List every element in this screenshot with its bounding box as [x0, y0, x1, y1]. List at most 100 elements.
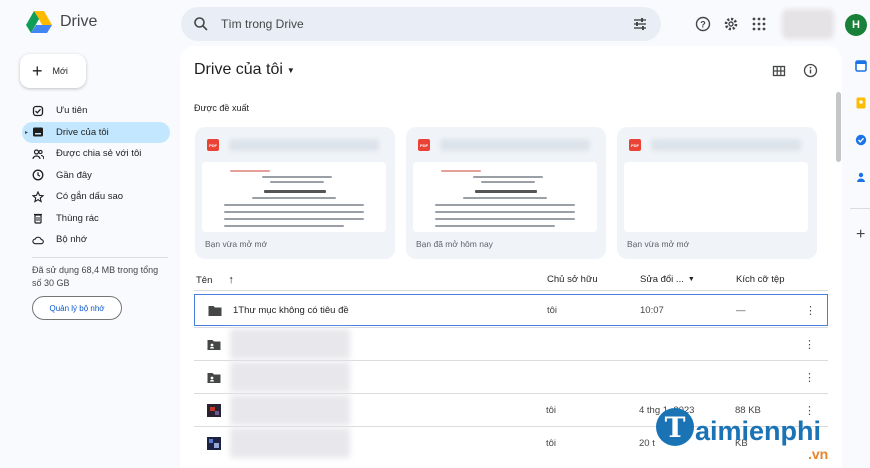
grid-view-icon[interactable] — [772, 64, 786, 78]
file-name-redacted — [229, 139, 379, 151]
file-name-redacted — [230, 428, 350, 458]
drive-logo[interactable]: Drive — [26, 10, 97, 34]
side-panel-divider — [850, 208, 870, 209]
page-title-text: Drive của tôi — [194, 61, 283, 78]
sort-arrow-down-icon: ▼ — [687, 276, 695, 283]
watermark-logo: T aimienphi — [656, 408, 821, 446]
column-header-label: Sửa đổi ... — [640, 274, 684, 285]
shared-folder-icon — [207, 372, 221, 383]
watermark-text: aimienphi — [695, 416, 822, 446]
file-name-redacted — [651, 139, 801, 151]
sidebar-item-label: Thùng rác — [56, 212, 99, 224]
more-options-icon[interactable]: ⋮ — [804, 338, 815, 351]
account-switcher[interactable] — [782, 9, 834, 39]
file-owner: tôi — [546, 437, 557, 449]
sort-arrow-up-icon[interactable]: ↑ — [228, 274, 234, 286]
sidebar-item-shared[interactable]: Được chia sẻ với tôi — [22, 143, 170, 165]
clock-icon — [32, 169, 44, 181]
chevron-down-icon: ▼ — [286, 65, 295, 75]
file-size: — — [736, 304, 746, 316]
storage-usage-text: Đã sử dụng 68,4 MB trong tổng số 30 GB — [32, 265, 159, 288]
document-thumbnail — [413, 162, 597, 232]
column-header-name[interactable]: Tên ↑ — [196, 274, 234, 286]
suggested-card[interactable]: PDF Bạn vừa mở mớ — [617, 127, 817, 259]
more-options-icon[interactable]: ⋮ — [804, 371, 815, 384]
search-icon[interactable] — [193, 16, 209, 32]
table-row[interactable]: ⋮ — [194, 361, 828, 393]
shared-folder-icon — [207, 339, 221, 350]
folder-icon — [208, 305, 222, 316]
more-options-icon[interactable]: ⋮ — [805, 304, 816, 317]
sidebar-item-trash[interactable]: Thùng rác — [22, 208, 170, 230]
column-header-size[interactable]: Kích cỡ tệp — [736, 274, 784, 285]
document-thumbnail — [624, 162, 808, 232]
file-name-redacted — [230, 362, 350, 392]
image-thumbnail-icon — [207, 436, 221, 450]
sidebar-nav: Ưu tiên ▸ Drive của tôi Được chia sẻ với… — [22, 100, 170, 251]
add-addon-plus-icon[interactable]: + — [856, 226, 865, 244]
sidebar-item-starred[interactable]: Có gắn dấu sao — [22, 186, 170, 208]
file-name-redacted — [230, 395, 350, 425]
pdf-icon: PDF — [629, 139, 641, 151]
column-header-owner[interactable]: Chủ sở hữu — [547, 274, 598, 285]
sidebar-item-label: Bộ nhớ — [56, 234, 88, 246]
file-modified: 20 t — [639, 437, 655, 449]
watermark-letter: T — [656, 408, 694, 446]
sidebar-item-label: Ưu tiên — [56, 105, 88, 117]
table-row[interactable]: 1Thư mục không có tiêu đề tôi 10:07 — ⋮ — [194, 294, 828, 326]
image-thumbnail-icon — [207, 403, 221, 417]
tasks-icon[interactable] — [855, 134, 867, 146]
main-scrollbar[interactable] — [836, 92, 841, 162]
table-row[interactable]: ⋮ — [194, 328, 828, 360]
search-bar[interactable] — [181, 7, 661, 41]
apps-grid-icon[interactable] — [750, 15, 768, 33]
info-icon[interactable] — [803, 63, 818, 78]
suggested-card[interactable]: PDF Bạn vừa mở mớ — [195, 127, 395, 259]
document-thumbnail — [202, 162, 386, 232]
sidebar-item-priority[interactable]: Ưu tiên — [22, 100, 170, 122]
keep-icon[interactable] — [855, 97, 867, 109]
sidebar-item-recent[interactable]: Gần đây — [22, 165, 170, 187]
sidebar-item-label: Có gắn dấu sao — [56, 191, 124, 203]
help-icon[interactable]: ? — [694, 15, 712, 33]
new-button-label: Mới — [52, 66, 68, 76]
file-name-redacted — [440, 139, 590, 151]
trash-icon — [32, 212, 44, 224]
column-header-modified[interactable]: Sửa đổi ... ▼ — [640, 274, 695, 285]
new-button[interactable]: + Mới — [20, 54, 86, 88]
sidebar-item-label: Gần đây — [56, 169, 92, 181]
search-input[interactable] — [221, 17, 631, 31]
shared-people-icon — [32, 148, 44, 160]
sidebar-item-label: Drive của tôi — [56, 126, 109, 138]
my-drive-icon — [32, 126, 44, 138]
svg-text:?: ? — [700, 20, 706, 30]
manage-storage-button[interactable]: Quản lý bộ nhớ — [32, 296, 122, 320]
file-owner: tôi — [547, 304, 558, 316]
suggested-label: Được đề xuất — [194, 103, 249, 113]
calendar-icon[interactable] — [855, 60, 867, 72]
card-subtitle: Bạn đã mở hôm nay — [416, 239, 493, 249]
column-header-label: Kích cỡ tệp — [736, 274, 785, 285]
file-name-redacted — [230, 329, 350, 359]
sidebar-item-my-drive[interactable]: ▸ Drive của tôi — [22, 121, 170, 143]
contacts-icon[interactable] — [855, 171, 867, 183]
file-modified: 10:07 — [640, 304, 664, 316]
watermark-suffix: .vn — [808, 446, 829, 462]
star-icon — [32, 190, 44, 203]
search-options-icon[interactable] — [631, 15, 649, 33]
sidebar-item-storage[interactable]: Bộ nhớ — [22, 229, 170, 251]
settings-gear-icon[interactable] — [722, 15, 740, 33]
column-header-label: Chủ sở hữu — [547, 274, 598, 285]
drive-logo-icon — [26, 11, 52, 33]
main-content: Drive của tôi ▼ Được đề xuất PDF Bạn vừa… — [180, 46, 842, 468]
suggested-card[interactable]: PDF Bạn đã mở hôm nay — [406, 127, 606, 259]
card-subtitle: Bạn vừa mở mớ — [205, 239, 268, 249]
checkbox-circle-icon — [32, 105, 44, 117]
card-subtitle: Bạn vừa mở mớ — [627, 239, 690, 249]
plus-icon: + — [32, 61, 43, 81]
avatar[interactable]: H — [845, 14, 867, 36]
file-owner: tôi — [546, 404, 557, 416]
expand-arrow-icon[interactable]: ▸ — [25, 129, 28, 136]
page-title[interactable]: Drive của tôi ▼ — [194, 61, 295, 79]
app-name: Drive — [60, 13, 98, 30]
